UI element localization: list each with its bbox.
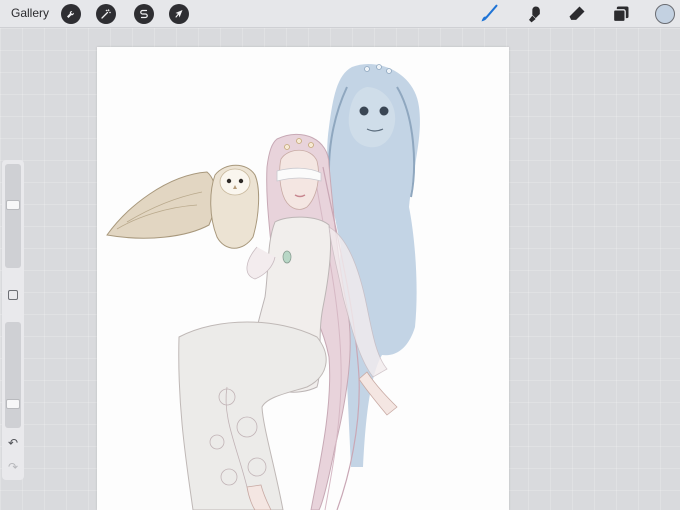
brush-tool-button[interactable] [479,4,499,24]
transform-button[interactable] [169,4,189,24]
magic-wand-icon [101,9,111,19]
wrench-icon [67,11,74,18]
gallery-button[interactable]: Gallery [11,6,49,20]
selection-s-icon [140,9,148,19]
undo-icon: ↶ [7,436,19,450]
eraser-tool-button[interactable] [567,4,587,24]
redo-button[interactable]: ↷ [6,460,20,474]
adjustments-button[interactable] [96,4,116,24]
left-sidebar: ↶ ↷ [2,160,24,480]
smudge-icon [529,6,540,23]
owl [106,164,260,249]
cursor-arrow-icon [175,10,183,18]
opacity-thumb[interactable] [6,399,20,409]
brush-size-slider[interactable] [5,164,21,268]
eraser-icon [569,6,585,20]
brush-icon [481,4,498,22]
artwork-illustration [106,63,420,510]
actions-button[interactable] [61,4,81,24]
opacity-slider[interactable] [5,322,21,428]
layers-button[interactable] [611,4,631,24]
color-picker-button[interactable] [655,4,675,24]
top-toolbar: Gallery [0,0,680,28]
undo-button[interactable]: ↶ [6,436,20,450]
layers-icon [612,6,629,23]
selection-button[interactable] [134,4,154,24]
drawing-canvas[interactable] [97,47,509,510]
smudge-tool-button[interactable] [524,4,544,24]
redo-icon: ↷ [7,460,19,474]
modify-button[interactable] [8,290,18,300]
brush-size-thumb[interactable] [6,200,20,210]
